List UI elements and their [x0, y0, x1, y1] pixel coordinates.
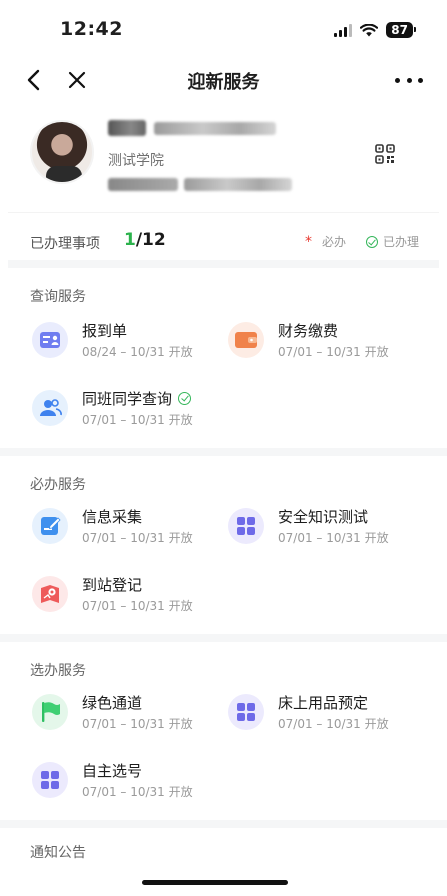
- flag-icon: [32, 694, 68, 730]
- service-date: 07/01 – 10/31 开放: [278, 345, 389, 359]
- section-title: 选办服务: [30, 663, 86, 679]
- service-name: 床上用品预定: [278, 694, 369, 712]
- service-report-card[interactable]: 报到单 08/24 – 10/31 开放: [32, 320, 232, 368]
- service-name: 财务缴费: [278, 322, 339, 340]
- grid-icon: [32, 762, 68, 798]
- service-info-collection[interactable]: 信息采集 07/01 – 10/31 开放: [32, 506, 232, 554]
- signal-icon: [334, 23, 353, 37]
- divider: [0, 448, 447, 456]
- grid-icon: [228, 694, 264, 730]
- service-station-registration[interactable]: 到站登记 07/01 – 10/31 开放: [32, 574, 232, 622]
- divider: [0, 820, 447, 828]
- section-optional: 选办服务 绿色通道 07/01 – 10/31 开放 床上用品预定 07/01 …: [8, 642, 439, 824]
- section-title: 通知公告: [30, 845, 86, 861]
- battery-indicator: 87: [386, 22, 416, 38]
- service-name: 自主选号: [82, 762, 143, 780]
- more-icon[interactable]: [395, 68, 423, 92]
- home-indicator[interactable]: [142, 880, 288, 885]
- legend-required: 必办: [321, 235, 346, 249]
- service-name: 到站登记: [82, 576, 143, 594]
- section-notice: 通知公告: [8, 828, 439, 880]
- profile-college: 测试学院: [108, 153, 164, 169]
- grid-icon: [228, 508, 264, 544]
- progress-total: /12: [135, 230, 166, 250]
- required-star-icon: *: [304, 233, 312, 250]
- progress-count: 1/12: [124, 230, 166, 250]
- service-name: 报到单: [82, 322, 128, 340]
- progress-bar-summary: 已办理事项 1/12 * 必办 已办理: [8, 212, 439, 268]
- service-name: 信息采集: [82, 508, 143, 526]
- service-name-text: 同班同学查询: [82, 390, 173, 408]
- service-date: 07/01 – 10/31 开放: [82, 785, 193, 799]
- status-icons: 87: [334, 22, 416, 38]
- service-classmates-query[interactable]: 同班同学查询 07/01 – 10/31 开放: [32, 388, 232, 436]
- qr-code-icon[interactable]: [375, 144, 395, 164]
- legend: * 必办 已办理: [305, 233, 419, 250]
- profile-address-redacted: [108, 178, 292, 191]
- section-title: 查询服务: [30, 289, 86, 305]
- avatar: [30, 120, 94, 184]
- edit-form-icon: [32, 508, 68, 544]
- profile-name-redacted: [108, 120, 276, 136]
- service-bedding-booking[interactable]: 床上用品预定 07/01 – 10/31 开放: [228, 692, 428, 740]
- status-bar: 12:42 87: [0, 0, 447, 58]
- service-name: 同班同学查询: [82, 388, 192, 409]
- wallet-icon: [228, 322, 264, 358]
- service-date: 07/01 – 10/31 开放: [82, 717, 193, 731]
- service-date: 07/01 – 10/31 开放: [278, 531, 389, 545]
- wifi-icon: [360, 23, 379, 37]
- service-date: 07/01 – 10/31 开放: [82, 413, 193, 427]
- nav-bar: 迎新服务: [0, 58, 447, 104]
- service-green-channel[interactable]: 绿色通道 07/01 – 10/31 开放: [32, 692, 232, 740]
- progress-label: 已办理事项: [30, 236, 100, 252]
- status-time: 12:42: [60, 18, 123, 40]
- service-name: 安全知识测试: [278, 508, 369, 526]
- divider: [0, 634, 447, 642]
- service-date: 08/24 – 10/31 开放: [82, 345, 193, 359]
- section-query: 查询服务 报到单 08/24 – 10/31 开放 财务缴费 07/01 – 1…: [8, 268, 439, 456]
- service-safety-quiz[interactable]: 安全知识测试 07/01 – 10/31 开放: [228, 506, 428, 554]
- done-check-icon: [365, 235, 378, 248]
- report-card-icon: [32, 322, 68, 358]
- service-name: 绿色通道: [82, 694, 143, 712]
- profile-card: 测试学院: [0, 108, 447, 212]
- progress-done: 1: [124, 230, 136, 250]
- section-title: 必办服务: [30, 477, 86, 493]
- page-title: 迎新服务: [187, 72, 260, 93]
- done-check-icon: [178, 392, 192, 405]
- service-self-number-selection[interactable]: 自主选号 07/01 – 10/31 开放: [32, 760, 232, 808]
- service-date: 07/01 – 10/31 开放: [278, 717, 389, 731]
- map-pin-icon: [32, 576, 68, 612]
- service-finance-payment[interactable]: 财务缴费 07/01 – 10/31 开放: [228, 320, 428, 368]
- service-date: 07/01 – 10/31 开放: [82, 599, 193, 613]
- section-required: 必办服务 信息采集 07/01 – 10/31 开放 安全知识测试 07/01 …: [8, 456, 439, 638]
- classmates-icon: [32, 390, 68, 426]
- legend-done: 已办理: [382, 235, 419, 249]
- service-date: 07/01 – 10/31 开放: [82, 531, 193, 545]
